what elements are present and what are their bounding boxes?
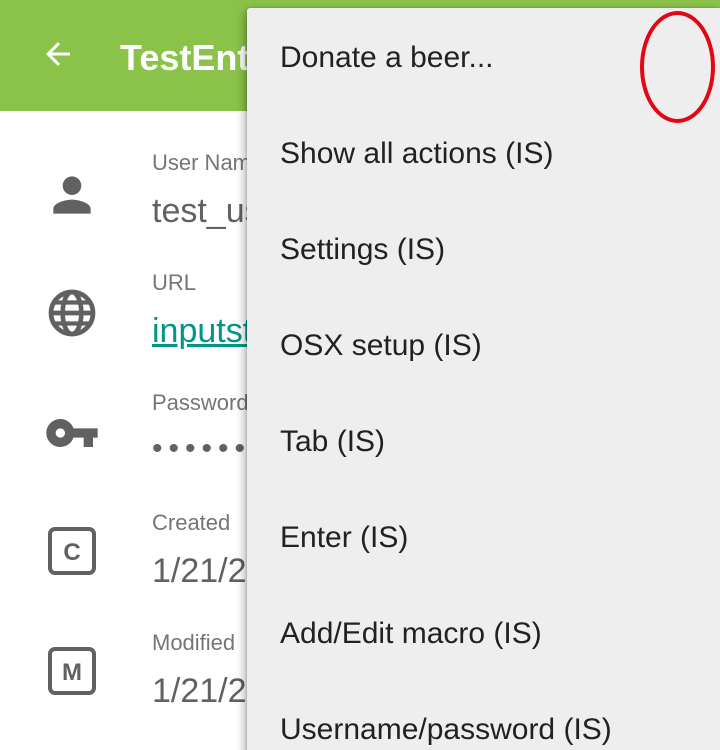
created-c-icon: C [44,523,100,579]
key-icon [44,405,100,461]
menu-item-osx-setup[interactable]: OSX setup (IS) [247,298,720,394]
menu-item-add-edit-macro[interactable]: Add/Edit macro (IS) [247,586,720,682]
menu-item-settings[interactable]: Settings (IS) [247,202,720,298]
modified-m-icon: M [44,643,100,699]
menu-item-show-all-actions[interactable]: Show all actions (IS) [247,106,720,202]
menu-item-tab[interactable]: Tab (IS) [247,394,720,490]
back-button[interactable] [30,26,86,82]
svg-text:C: C [63,539,80,566]
screen: TestEntry User Name test_user URL inputs… [0,0,720,750]
overflow-menu: Donate a beer... Show all actions (IS) S… [247,8,720,750]
annotation-circle [640,11,715,123]
field-label: Created [152,510,231,535]
field-label: URL [152,270,197,295]
menu-item-username-password[interactable]: Username/password (IS) [247,682,720,750]
menu-item-enter[interactable]: Enter (IS) [247,490,720,586]
field-label: Modified [152,630,236,655]
arrow-back-icon [46,42,70,66]
field-label: Password [152,390,249,415]
person-icon [44,167,100,223]
svg-text:M: M [62,659,82,686]
globe-icon [44,285,100,341]
